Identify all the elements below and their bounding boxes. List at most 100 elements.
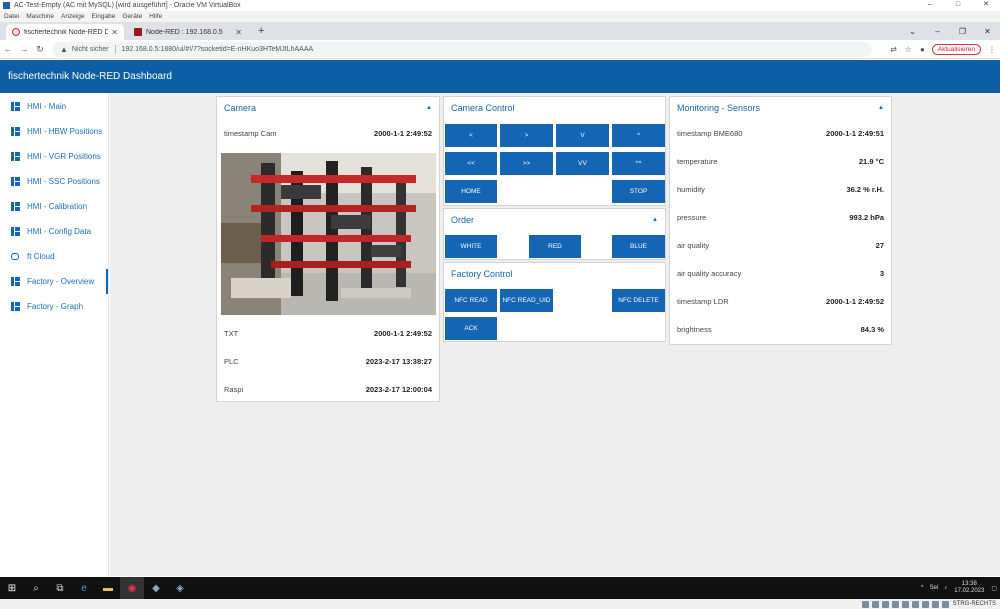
collapse-icon[interactable]: ▲ bbox=[652, 217, 658, 223]
brightness-row: brightness 84.3 % bbox=[670, 315, 891, 343]
sidebar-item-hbw-positions[interactable]: HMI - HBW Positions bbox=[0, 119, 108, 144]
sidebar-item-hmi-main[interactable]: HMI - Main bbox=[0, 94, 108, 119]
row-label: brightness bbox=[677, 324, 712, 334]
tab-node-red[interactable]: Node-RED : 192.168.0.5 ✕ bbox=[128, 24, 248, 40]
tab-label: fischertechnik Node-RED Dashb bbox=[24, 28, 109, 36]
sidebar-item-calibration[interactable]: HMI - Calibration bbox=[0, 194, 108, 219]
close-icon[interactable]: ✕ bbox=[975, 27, 1000, 36]
row-label: timestamp BME680 bbox=[677, 128, 743, 138]
camera-card-header[interactable]: Camera ▲ bbox=[217, 97, 439, 119]
app-icon[interactable]: ◈ bbox=[168, 577, 192, 599]
close-tab-icon[interactable]: ✕ bbox=[111, 28, 118, 37]
vbox-status-bar: STRG-RECHTS bbox=[0, 599, 1000, 609]
edge-icon[interactable]: e bbox=[72, 577, 96, 599]
close-tab-icon[interactable]: ✕ bbox=[235, 28, 242, 37]
translate-icon[interactable]: ⇄ bbox=[890, 45, 897, 54]
nfc-read-button[interactable]: NFC READ bbox=[445, 289, 497, 312]
update-button[interactable]: Aktualisieren bbox=[931, 44, 981, 55]
fischertechnik-favicon-icon bbox=[12, 28, 20, 36]
security-status[interactable]: Nicht sicher bbox=[72, 46, 109, 53]
profile-icon[interactable]: ● bbox=[920, 45, 925, 54]
collapse-icon[interactable]: ▲ bbox=[426, 105, 432, 111]
bookmark-star-icon[interactable]: ☆ bbox=[905, 45, 912, 54]
forward-icon[interactable]: → bbox=[16, 44, 32, 54]
search-icon[interactable]: ⌕ bbox=[24, 577, 48, 599]
order-card-header[interactable]: Order ▲ bbox=[444, 209, 665, 231]
tab-dashboard[interactable]: fischertechnik Node-RED Dashb ✕ bbox=[6, 24, 124, 40]
monitoring-card-header[interactable]: Monitoring - Sensors ▲ bbox=[670, 97, 891, 119]
menu-eingabe[interactable]: Eingabe bbox=[92, 13, 116, 20]
sidebar-item-config-data[interactable]: HMI - Config Data bbox=[0, 219, 108, 244]
nfc-read-uid-button[interactable]: NFC READ_UID bbox=[500, 289, 553, 312]
sidebar-item-factory-graph[interactable]: Factory - Graph bbox=[0, 294, 108, 319]
minimize-icon[interactable]: – bbox=[925, 27, 950, 36]
reload-icon[interactable]: ↻ bbox=[32, 44, 48, 55]
sidebar-item-vgr-positions[interactable]: HMI - VGR Positions bbox=[0, 144, 108, 169]
order-red-button[interactable]: RED bbox=[529, 235, 581, 258]
row-label: temperature bbox=[677, 156, 718, 166]
language-indicator[interactable]: Sei bbox=[930, 585, 939, 591]
hdd-icon[interactable] bbox=[861, 600, 869, 608]
mouse-integration-icon[interactable] bbox=[941, 600, 949, 608]
task-view-icon[interactable]: ⧉ bbox=[48, 577, 72, 599]
menu-maschine[interactable]: Maschine bbox=[26, 13, 54, 20]
home-button[interactable]: HOME bbox=[445, 180, 497, 203]
usb-icon[interactable] bbox=[881, 600, 889, 608]
nfc-delete-button[interactable]: NFC DELETE bbox=[612, 289, 665, 312]
sidebar-item-ft-cloud[interactable]: ft Cloud bbox=[0, 244, 108, 269]
windows-start-icon[interactable]: ⊞ bbox=[0, 577, 24, 599]
omnibox[interactable]: ▲ Nicht sicher 192.168.0.5:1880/ui/#!/7?… bbox=[52, 41, 872, 57]
sidebar-item-ssc-positions[interactable]: HMI - SSC Positions bbox=[0, 169, 108, 194]
stop-button[interactable]: STOP bbox=[612, 180, 665, 203]
row-value: 36.2 % r.H. bbox=[846, 184, 884, 194]
clock[interactable]: 13:38 17.02.2023 bbox=[954, 581, 984, 595]
pan-left-fast-button[interactable]: << bbox=[445, 152, 497, 175]
pan-left-button[interactable]: < bbox=[445, 124, 497, 147]
row-value: 21.9 °C bbox=[858, 156, 884, 166]
tilt-up-fast-button[interactable]: ^^ bbox=[612, 152, 665, 175]
optical-drive-icon[interactable] bbox=[871, 600, 879, 608]
chrome-icon[interactable]: ◉ bbox=[120, 577, 144, 599]
pan-right-fast-button[interactable]: >> bbox=[500, 152, 553, 175]
dashboard-icon bbox=[11, 177, 20, 186]
back-icon[interactable]: ← bbox=[0, 44, 16, 54]
pan-right-button[interactable]: > bbox=[500, 124, 553, 147]
restore-icon[interactable]: ❐ bbox=[950, 27, 975, 36]
temperature-row: temperature 21.9 °C bbox=[670, 147, 891, 175]
tab-search-icon[interactable]: ⌄ bbox=[900, 27, 925, 36]
card-title: Factory Control bbox=[451, 269, 513, 279]
file-explorer-icon[interactable]: ▬ bbox=[96, 577, 120, 599]
maximize-icon[interactable]: □ bbox=[944, 0, 972, 10]
speaker-icon[interactable]: ♪ bbox=[944, 585, 947, 591]
recording-icon[interactable] bbox=[921, 600, 929, 608]
ack-button[interactable]: ACK bbox=[445, 317, 497, 340]
tilt-up-button[interactable]: ^ bbox=[612, 124, 665, 147]
collapse-icon[interactable]: ▲ bbox=[878, 105, 884, 111]
app-icon[interactable]: ◆ bbox=[144, 577, 168, 599]
order-blue-button[interactable]: BLUE bbox=[612, 235, 665, 258]
cpu-icon[interactable] bbox=[931, 600, 939, 608]
menu-geraete[interactable]: Geräte bbox=[122, 13, 142, 20]
new-tab-button[interactable]: + bbox=[258, 25, 264, 37]
network-icon[interactable] bbox=[891, 600, 899, 608]
close-icon[interactable]: ✕ bbox=[972, 0, 1000, 10]
notification-icon[interactable]: ▢ bbox=[991, 585, 997, 592]
chevron-up-icon[interactable]: ^ bbox=[921, 585, 924, 591]
tilt-down-button[interactable]: V bbox=[556, 124, 609, 147]
sidebar-item-factory-overview[interactable]: Factory - Overview bbox=[0, 269, 108, 294]
url-text[interactable]: 192.168.0.5:1880/ui/#!/7?socketid=E-nHKu… bbox=[122, 46, 314, 53]
shared-folder-icon[interactable] bbox=[901, 600, 909, 608]
display-icon[interactable] bbox=[911, 600, 919, 608]
menu-anzeige[interactable]: Anzeige bbox=[61, 13, 85, 20]
taskbar: ⊞ ⌕ ⧉ e ▬ ◉ ◆ ◈ bbox=[0, 577, 1000, 599]
warning-icon[interactable]: ▲ bbox=[60, 45, 68, 54]
row-value: 2023-2-17 12:00:04 bbox=[365, 384, 432, 394]
more-menu-icon[interactable]: ⋮ bbox=[988, 45, 996, 54]
order-white-button[interactable]: WHITE bbox=[445, 235, 497, 258]
minimize-icon[interactable]: – bbox=[916, 0, 944, 10]
factory-control-card-header: Factory Control bbox=[444, 263, 665, 285]
menu-hilfe[interactable]: Hilfe bbox=[149, 13, 162, 20]
sidebar-item-label: HMI - VGR Positions bbox=[27, 152, 101, 161]
tilt-down-fast-button[interactable]: VV bbox=[556, 152, 609, 175]
menu-datei[interactable]: Datei bbox=[4, 13, 19, 20]
